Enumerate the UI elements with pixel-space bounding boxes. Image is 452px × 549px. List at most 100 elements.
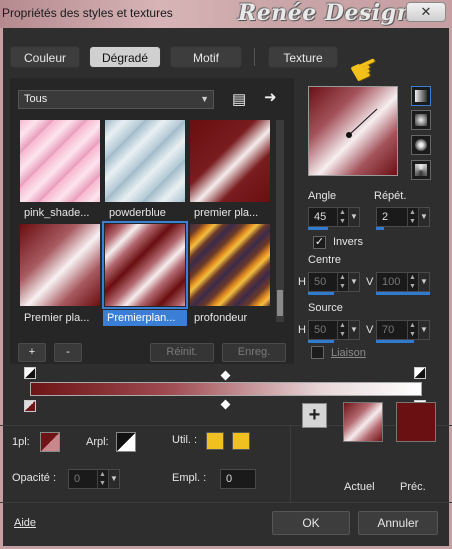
previous-label: Préc. bbox=[400, 481, 426, 493]
current-label: Actuel bbox=[344, 481, 375, 493]
repeat-slider[interactable] bbox=[376, 227, 384, 230]
spin-arrows-icon[interactable]: ▲ ▼ bbox=[407, 321, 417, 339]
remove-gradient-button[interactable]: - bbox=[54, 343, 82, 362]
bg-label: Arpl: bbox=[86, 436, 109, 448]
gradient-thumb-powderblue[interactable] bbox=[105, 120, 185, 202]
add-gradient-button[interactable]: + bbox=[18, 343, 46, 362]
help-link[interactable]: Aide bbox=[14, 517, 36, 529]
source-v-spinner[interactable]: 70 ▲ ▼ ▼ bbox=[376, 320, 430, 340]
spin-arrows-icon[interactable]: ▲ ▼ bbox=[97, 470, 107, 488]
tab-degrade[interactable]: Dégradé bbox=[89, 46, 161, 68]
section-divider bbox=[0, 425, 452, 426]
center-v-label: V bbox=[366, 276, 374, 288]
tab-texture[interactable]: Texture bbox=[268, 46, 338, 68]
style-radial-button[interactable] bbox=[411, 135, 431, 155]
chevron-down-icon[interactable]: ▼ bbox=[418, 321, 429, 339]
scrollbar-thumb[interactable] bbox=[277, 290, 283, 316]
gradient-preview[interactable] bbox=[308, 86, 398, 176]
chevron-down-icon[interactable]: ▼ bbox=[108, 470, 119, 488]
watermark-logo: Renée Design bbox=[238, 0, 414, 26]
top-right-stop-marker[interactable] bbox=[414, 367, 426, 379]
center-v-value: 100 bbox=[382, 276, 401, 288]
previous-swatch[interactable] bbox=[396, 402, 436, 442]
repeat-spinner[interactable]: 2 ▲ ▼ ▼ bbox=[376, 207, 430, 227]
gradient-thumb-pink-shades[interactable] bbox=[20, 120, 100, 202]
style-linear-button[interactable] bbox=[411, 86, 431, 106]
link-label: Liaison bbox=[331, 347, 366, 359]
linear-icon bbox=[415, 90, 427, 102]
source-v-slider[interactable] bbox=[376, 340, 414, 343]
close-button[interactable]: ✕ bbox=[406, 2, 446, 22]
location-field[interactable]: 0 bbox=[220, 469, 256, 489]
top-left-stop-marker[interactable] bbox=[24, 367, 36, 379]
library-scrollbar[interactable] bbox=[276, 120, 284, 322]
gradient-swatch bbox=[190, 120, 270, 202]
user-color-swatch-2[interactable] bbox=[232, 432, 250, 450]
spin-arrows-icon[interactable]: ▲ ▼ bbox=[337, 321, 347, 339]
source-h-slider[interactable] bbox=[308, 340, 334, 343]
spin-arrows-icon[interactable]: ▲ ▼ bbox=[407, 273, 417, 291]
gradient-thumb-profondeur[interactable] bbox=[190, 224, 270, 306]
ok-button[interactable]: OK bbox=[272, 511, 350, 535]
window-title: Propriétés des styles et textures bbox=[2, 6, 173, 20]
source-h-label: H bbox=[298, 324, 306, 336]
thumb-label: pink_shade... bbox=[24, 207, 90, 219]
category-value: Tous bbox=[24, 93, 48, 105]
current-swatch[interactable] bbox=[343, 402, 383, 442]
fg-stop-swatch[interactable] bbox=[40, 432, 60, 452]
rectangular-icon bbox=[415, 114, 427, 126]
repeat-label: Répét. bbox=[374, 190, 407, 202]
angle-label: Angle bbox=[308, 190, 337, 202]
opacity-spinner[interactable]: 0 ▲ ▼ ▼ bbox=[68, 469, 120, 489]
center-v-slider[interactable] bbox=[376, 292, 430, 295]
bottom-left-stop-marker[interactable] bbox=[24, 400, 36, 412]
opacity-value: 0 bbox=[74, 473, 81, 485]
chevron-down-icon[interactable]: ▼ bbox=[418, 208, 429, 226]
angle-slider[interactable] bbox=[308, 227, 328, 230]
gradient-thumb-premier-plan-2[interactable] bbox=[20, 224, 100, 306]
reset-button[interactable]: Réinit. bbox=[150, 343, 214, 362]
chevron-down-icon[interactable]: ▼ bbox=[348, 208, 359, 226]
source-h-spinner[interactable]: 50 ▲ ▼ ▼ bbox=[308, 320, 360, 340]
arrow-right-icon[interactable]: ➜ bbox=[264, 88, 277, 106]
chevron-down-icon[interactable]: ▼ bbox=[418, 273, 429, 291]
tab-couleur[interactable]: Couleur bbox=[10, 46, 80, 68]
chevron-down-icon: ▼ bbox=[200, 94, 209, 104]
spin-arrows-icon[interactable]: ▲ ▼ bbox=[337, 208, 347, 226]
center-h-spinner[interactable]: 50 ▲ ▼ ▼ bbox=[308, 272, 360, 292]
center-v-spinner[interactable]: 100 ▲ ▼ ▼ bbox=[376, 272, 430, 292]
cancel-button[interactable]: Annuler bbox=[358, 511, 438, 535]
library-icon[interactable]: ▤ bbox=[232, 90, 246, 108]
gradient-bar[interactable] bbox=[30, 382, 422, 396]
angle-spinner[interactable]: 45 ▲ ▼ ▼ bbox=[308, 207, 360, 227]
gradient-swatch bbox=[105, 120, 185, 202]
sunburst-icon bbox=[415, 164, 427, 176]
gradient-thumb-premier-plan[interactable] bbox=[190, 120, 270, 202]
category-dropdown[interactable]: Tous ▼ bbox=[18, 90, 214, 109]
center-h-label: H bbox=[298, 276, 306, 288]
save-button[interactable]: Enreg. bbox=[222, 343, 286, 362]
repeat-value: 2 bbox=[382, 211, 389, 223]
chevron-down-icon[interactable]: ▼ bbox=[348, 273, 359, 291]
thumb-label: premier pla... bbox=[194, 207, 259, 219]
user-label: Util. : bbox=[172, 434, 198, 446]
invert-checkbox[interactable]: ✓ bbox=[313, 236, 326, 249]
gradient-thumb-premierplan-selected[interactable] bbox=[102, 221, 188, 309]
gradient-swatch bbox=[20, 224, 100, 306]
user-color-swatch[interactable] bbox=[206, 432, 224, 450]
chevron-down-icon[interactable]: ▼ bbox=[348, 321, 359, 339]
thumb-label: Premier pla... bbox=[24, 312, 90, 324]
gradient-swatch bbox=[105, 224, 185, 306]
tab-motif[interactable]: Motif bbox=[170, 46, 242, 68]
bg-stop-swatch[interactable] bbox=[116, 432, 136, 452]
style-rectangular-button[interactable] bbox=[411, 110, 431, 130]
spin-arrows-icon[interactable]: ▲ ▼ bbox=[407, 208, 417, 226]
add-swatch-button[interactable]: + bbox=[302, 403, 327, 428]
spin-arrows-icon[interactable]: ▲ ▼ bbox=[337, 273, 347, 291]
link-checkbox[interactable] bbox=[311, 346, 324, 359]
fg-label: 1pl: bbox=[12, 436, 30, 448]
style-sunburst-button[interactable] bbox=[411, 160, 431, 180]
opacity-label: Opacité : bbox=[12, 472, 57, 484]
center-h-slider[interactable] bbox=[308, 292, 334, 295]
angle-handle-icon bbox=[346, 108, 378, 138]
